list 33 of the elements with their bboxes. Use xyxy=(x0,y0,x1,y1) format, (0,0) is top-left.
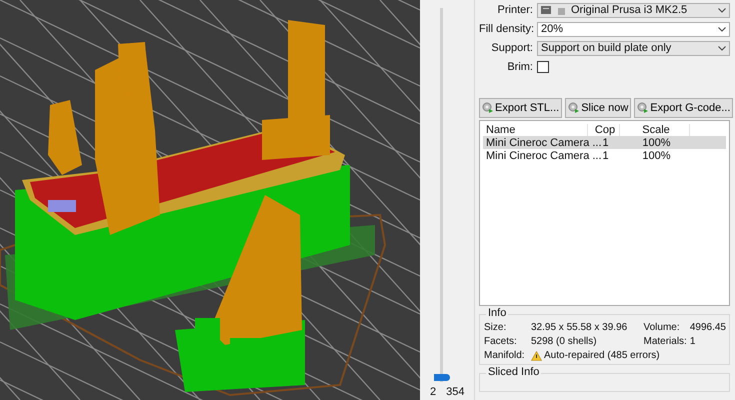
info-value: 1 xyxy=(690,336,696,347)
printer-icon xyxy=(541,5,552,15)
group-title: Info xyxy=(486,307,508,319)
info-value: 32.95 x 55.58 x 39.96 xyxy=(531,322,628,333)
layer-min-value: 2 xyxy=(430,386,436,398)
setting-dropdown[interactable]: 20% xyxy=(537,22,730,36)
info-label: Facets: xyxy=(484,336,518,347)
action-button[interactable]: Export G-code... xyxy=(634,98,734,118)
object-row[interactable]: Mini Cineroc Camera ...1 100% xyxy=(483,136,726,149)
chevron-down-icon xyxy=(718,8,726,12)
setting-label: Fill density: xyxy=(479,23,533,35)
setting-label: Printer: xyxy=(496,4,533,16)
info-label: Manifold: xyxy=(484,350,526,361)
info-label: Volume: xyxy=(643,322,681,333)
warning-icon xyxy=(531,350,542,360)
printer-dropdown[interactable]: Original Prusa i3 MK2.5 xyxy=(537,2,730,18)
object-row[interactable]: Mini Cineroc Camera ...1 100% xyxy=(483,149,726,162)
chevron-down-icon xyxy=(718,26,726,32)
action-button[interactable]: Export STL... xyxy=(479,98,562,118)
info-value: 5298 (0 shells) xyxy=(531,336,598,347)
info-label: Materials: xyxy=(643,336,687,347)
setting-label: Brim: xyxy=(506,61,533,73)
chevron-down-icon xyxy=(718,46,726,50)
info-label: Size: xyxy=(484,322,508,333)
setting-dropdown[interactable]: Support on build plate only xyxy=(537,40,730,56)
group-title: Sliced Info xyxy=(486,366,542,378)
brim-checkbox[interactable] xyxy=(537,61,549,73)
info-value: 4996.45 xyxy=(690,322,726,333)
layer-max-value: 354 xyxy=(446,386,464,398)
setting-label: Support: xyxy=(490,42,533,54)
slider-thumb[interactable] xyxy=(434,374,450,382)
action-button[interactable]: Slice now xyxy=(565,98,632,118)
info-value: Auto-repaired (485 errors) xyxy=(544,350,660,361)
